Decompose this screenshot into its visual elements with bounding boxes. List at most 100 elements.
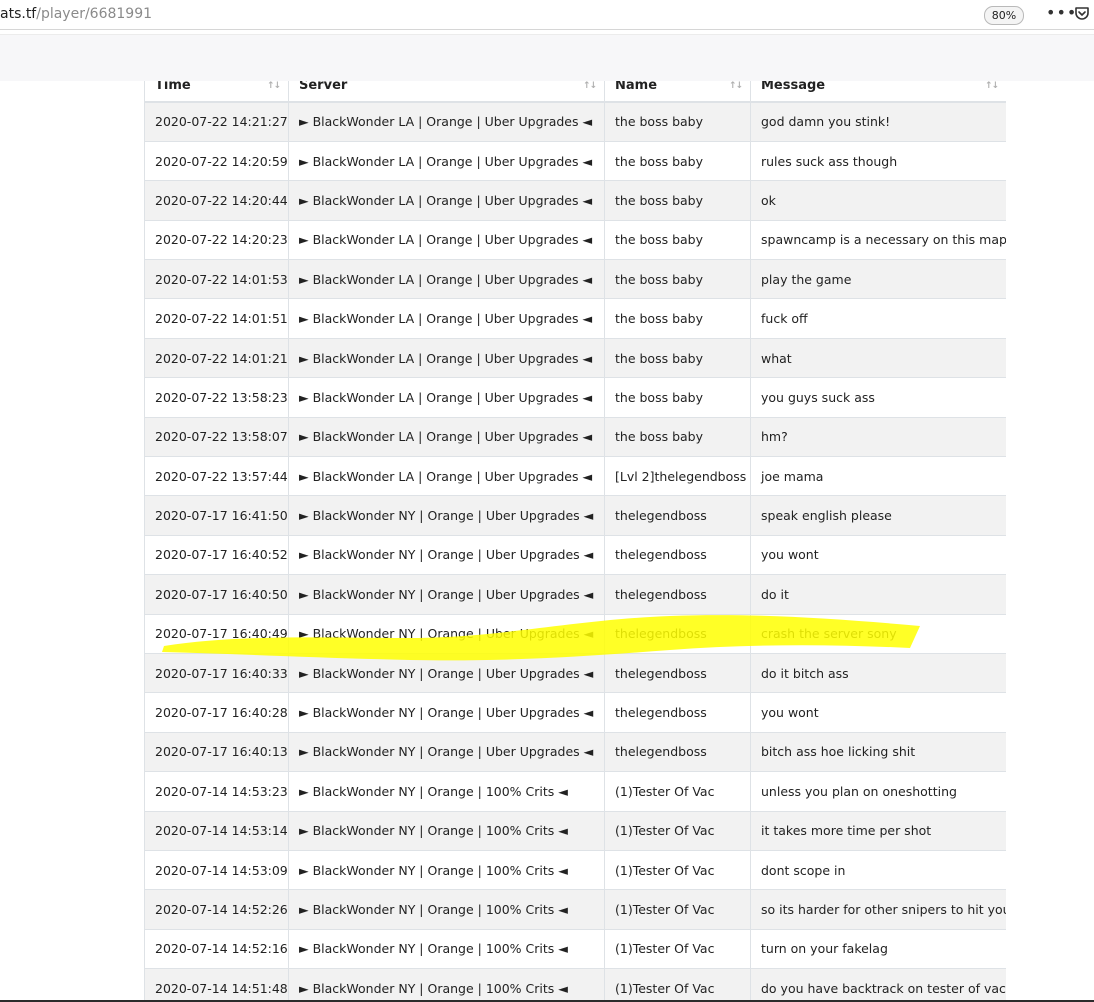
chat-log-table-container[interactable]: Time ↑↓ Server ↑↓ Name ↑↓ Message ↑↓ 2020-07… — [144, 62, 1006, 1002]
time-cell: 2020-07-14 14:53:09 — [144, 849, 289, 890]
time-cell: 2020-07-17 16:41:50 — [144, 495, 289, 536]
time-cell: 2020-07-22 14:01:21 — [144, 337, 289, 378]
time-cell: 2020-07-22 14:01:53 — [144, 259, 289, 299]
player-name-cell: thelegendboss — [604, 652, 751, 693]
message-cell: spawncamp is a necessary on this map — [750, 219, 1006, 260]
message-cell: you wont — [750, 534, 1006, 575]
table-row: 2020-07-17 16:40:52 ► BlackWonder NY | Or… — [144, 534, 1006, 575]
server-cell: ► BlackWonder NY | Orange | 100% Crits ◄ — [288, 849, 605, 890]
page-toolbar-strip — [0, 34, 1094, 81]
table-row: 2020-07-14 14:51:48 ► BlackWonder NY | Or… — [144, 968, 1006, 1002]
time-cell: 2020-07-17 16:40:49 — [144, 613, 289, 654]
server-cell: ► BlackWonder NY | Orange | 100% Crits ◄ — [288, 810, 605, 851]
time-cell: 2020-07-22 13:58:23 — [144, 377, 289, 418]
player-name-cell: (1)Tester Of Vac — [604, 889, 751, 930]
message-cell: what — [750, 337, 1006, 378]
player-name-cell: the boss baby — [604, 377, 751, 418]
player-name-cell: the boss baby — [604, 416, 751, 457]
server-cell: ► BlackWonder NY | Orange | Uber Upgrade… — [288, 731, 605, 772]
table-row: 2020-07-22 14:20:59 ► BlackWonder LA | Or… — [144, 140, 1006, 181]
message-cell: rules suck ass though — [750, 140, 1006, 181]
server-cell: ► BlackWonder NY | Orange | Uber Upgrade… — [288, 613, 605, 654]
url-text[interactable]: ats.tf/player/6681991 — [0, 6, 152, 22]
time-cell: 2020-07-14 14:52:16 — [144, 928, 289, 969]
player-name-cell: (1)Tester Of Vac — [604, 771, 751, 812]
time-cell: 2020-07-22 14:01:51 — [144, 298, 289, 339]
server-cell: ► BlackWonder NY | Orange | 100% Crits ◄ — [288, 771, 605, 812]
message-cell: bitch ass hoe licking shit — [750, 731, 1006, 772]
table-row: 2020-07-22 14:01:21 ► BlackWonder LA | Or… — [144, 337, 1006, 378]
time-cell: 2020-07-22 14:20:59 — [144, 140, 289, 181]
player-name-cell: thelegendboss — [604, 613, 751, 654]
time-cell: 2020-07-14 14:53:14 — [144, 810, 289, 851]
table-row: 2020-07-14 14:53:14 ► BlackWonder NY | Or… — [144, 810, 1006, 851]
time-cell: 2020-07-22 13:58:07 — [144, 416, 289, 457]
table-body: 2020-07-22 14:21:27 ► BlackWonder LA | Or… — [144, 101, 1006, 1002]
message-cell: turn on your fakelag — [750, 928, 1006, 969]
table-row: 2020-07-22 13:58:23 ► BlackWonder LA | Or… — [144, 377, 1006, 418]
server-cell: ► BlackWonder NY | Orange | 100% Crits ◄ — [288, 889, 605, 930]
message-cell: joe mama — [750, 456, 1006, 496]
player-name-cell: thelegendboss — [604, 692, 751, 733]
time-cell: 2020-07-17 16:40:33 — [144, 652, 289, 693]
sort-icon[interactable]: ↑↓ — [583, 81, 597, 91]
server-cell: ► BlackWonder LA | Orange | Uber Upgrade… — [288, 416, 605, 457]
server-cell: ► BlackWonder LA | Orange | Uber Upgrade… — [288, 456, 605, 496]
server-cell: ► BlackWonder LA | Orange | Uber Upgrade… — [288, 337, 605, 378]
table-row: 2020-07-14 14:53:09 ► BlackWonder NY | Or… — [144, 849, 1006, 890]
chat-log-table: Time ↑↓ Server ↑↓ Name ↑↓ Message ↑↓ 2020-07… — [144, 62, 1006, 1002]
message-cell: so its harder for other snipers to hit y… — [750, 889, 1006, 930]
player-name-cell: the boss baby — [604, 101, 751, 142]
time-cell: 2020-07-22 14:20:44 — [144, 180, 289, 221]
time-cell: 2020-07-14 14:51:48 — [144, 968, 289, 1002]
player-name-cell: thelegendboss — [604, 534, 751, 575]
time-cell: 2020-07-22 13:57:44 — [144, 456, 289, 496]
player-name-cell: [Lvl 2]thelegendboss — [604, 456, 751, 496]
browser-url-bar[interactable]: ats.tf/player/6681991 80% ••• — [0, 0, 1094, 30]
player-name-cell: (1)Tester Of Vac — [604, 968, 751, 1002]
server-cell: ► BlackWonder LA | Orange | Uber Upgrade… — [288, 180, 605, 221]
table-row: 2020-07-17 16:40:33 ► BlackWonder NY | Or… — [144, 652, 1006, 693]
sort-icon[interactable]: ↑↓ — [729, 81, 743, 91]
message-cell: fuck off — [750, 298, 1006, 339]
server-cell: ► BlackWonder NY | Orange | Uber Upgrade… — [288, 652, 605, 693]
message-cell: god damn you stink! — [750, 101, 1006, 142]
message-cell: do it — [750, 574, 1006, 615]
player-name-cell: thelegendboss — [604, 574, 751, 615]
sort-icon[interactable]: ↑↓ — [267, 81, 281, 91]
zoom-level-badge[interactable]: 80% — [984, 6, 1024, 25]
pocket-icon[interactable] — [1074, 6, 1090, 22]
table-row: 2020-07-14 14:52:26 ► BlackWonder NY | Or… — [144, 889, 1006, 930]
time-cell: 2020-07-17 16:40:50 — [144, 574, 289, 615]
server-cell: ► BlackWonder NY | Orange | Uber Upgrade… — [288, 495, 605, 536]
player-name-cell: the boss baby — [604, 140, 751, 181]
table-row: 2020-07-17 16:40:50 ► BlackWonder NY | Or… — [144, 574, 1006, 615]
table-row: 2020-07-17 16:41:50 ► BlackWonder NY | Or… — [144, 495, 1006, 536]
server-cell: ► BlackWonder LA | Orange | Uber Upgrade… — [288, 219, 605, 260]
sort-icon[interactable]: ↑↓ — [985, 81, 999, 91]
more-dots-icon[interactable]: ••• — [1046, 3, 1077, 22]
table-row: 2020-07-22 13:58:07 ► BlackWonder LA | Or… — [144, 416, 1006, 457]
player-name-cell: the boss baby — [604, 180, 751, 221]
message-cell: you wont — [750, 692, 1006, 733]
player-name-cell: thelegendboss — [604, 731, 751, 772]
table-row: 2020-07-22 14:21:27 ► BlackWonder LA | Or… — [144, 101, 1006, 142]
table-row: 2020-07-22 14:01:51 ► BlackWonder LA | Or… — [144, 298, 1006, 339]
time-cell: 2020-07-17 16:40:28 — [144, 692, 289, 733]
time-cell: 2020-07-17 16:40:13 — [144, 731, 289, 772]
message-cell: you guys suck ass — [750, 377, 1006, 418]
time-cell: 2020-07-14 14:52:26 — [144, 889, 289, 930]
time-cell: 2020-07-22 14:20:23 — [144, 219, 289, 260]
table-row: 2020-07-22 14:01:53 ► BlackWonder LA | Or… — [144, 259, 1006, 299]
player-name-cell: (1)Tester Of Vac — [604, 849, 751, 890]
table-row: 2020-07-17 16:40:28 ► BlackWonder NY | Or… — [144, 692, 1006, 733]
table-row: 2020-07-22 13:57:44 ► BlackWonder LA | Or… — [144, 456, 1006, 496]
server-cell: ► BlackWonder LA | Orange | Uber Upgrade… — [288, 259, 605, 299]
player-name-cell: thelegendboss — [604, 495, 751, 536]
message-cell: speak english please — [750, 495, 1006, 536]
time-cell: 2020-07-17 16:40:52 — [144, 534, 289, 575]
table-row: 2020-07-22 14:20:44 ► BlackWonder LA | Or… — [144, 180, 1006, 221]
server-cell: ► BlackWonder LA | Orange | Uber Upgrade… — [288, 298, 605, 339]
server-cell: ► BlackWonder LA | Orange | Uber Upgrade… — [288, 101, 605, 142]
time-cell: 2020-07-22 14:21:27 — [144, 101, 289, 142]
